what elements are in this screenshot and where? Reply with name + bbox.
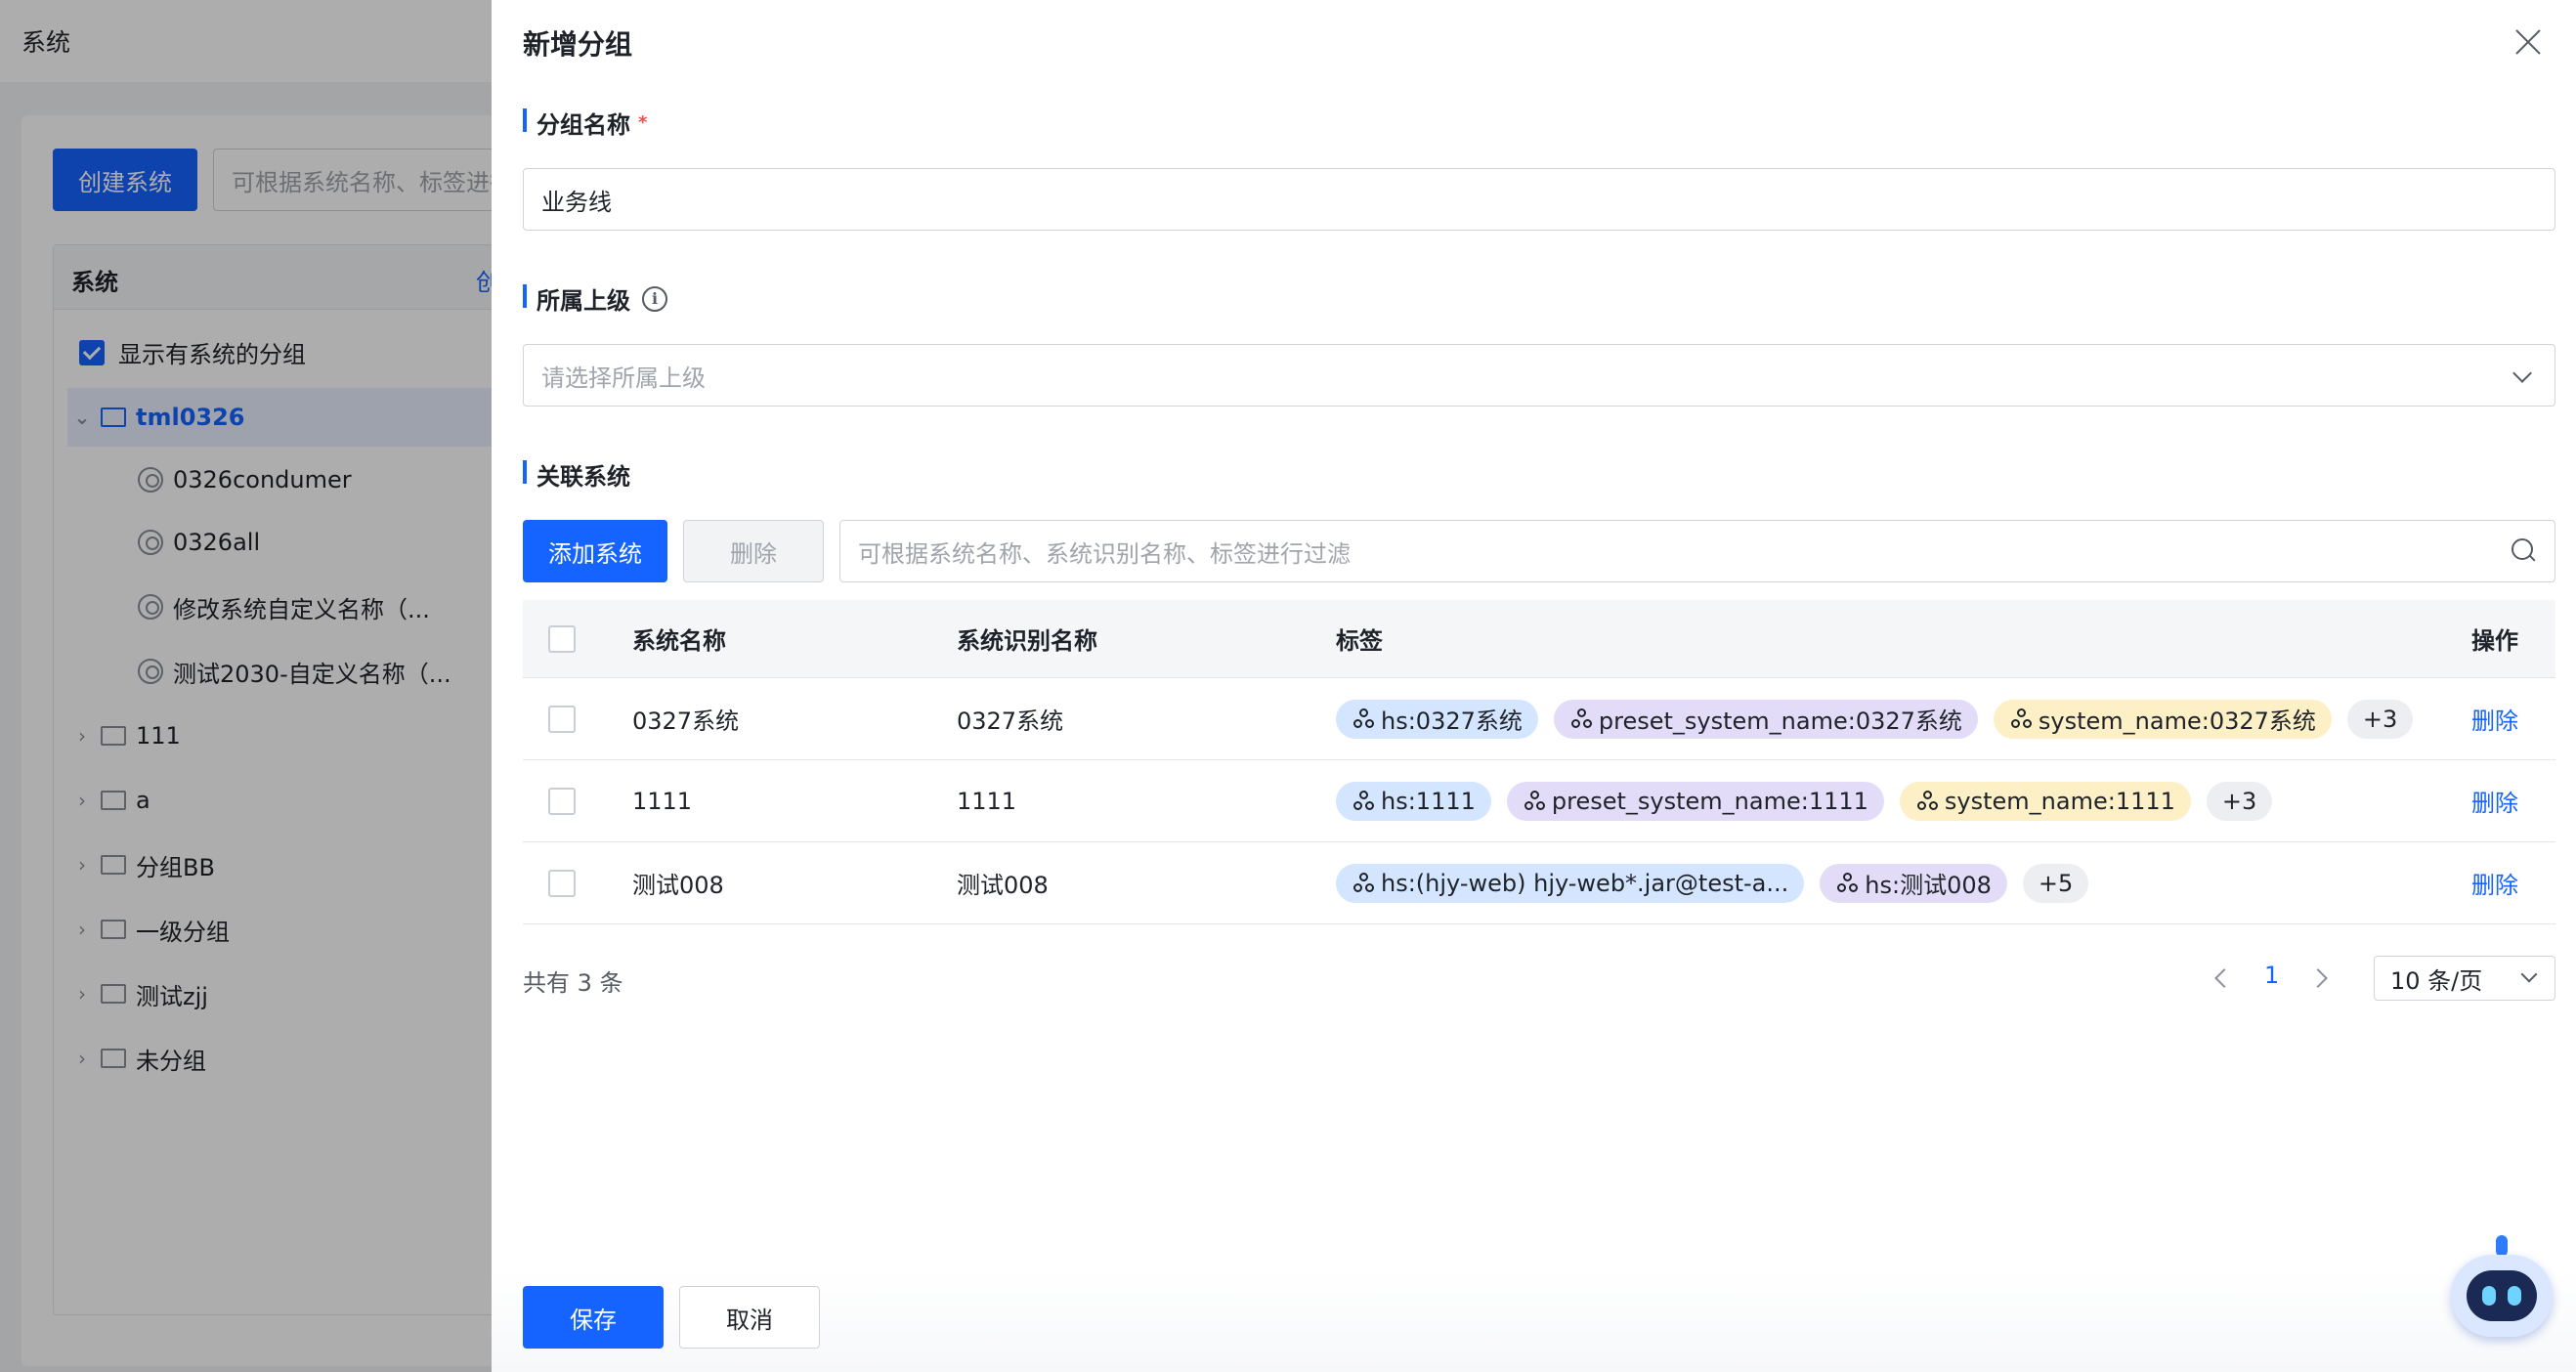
parent-select[interactable]: 请选择所属上级 bbox=[523, 344, 2555, 407]
new-group-drawer: 新增分组 分组名称 * 业务线 所属上级 i 请选择所属上级 关联系统 添加系统… bbox=[492, 0, 2576, 1372]
tag-icon bbox=[1570, 707, 1593, 730]
tag-icon bbox=[2010, 707, 2033, 730]
drawer-title: 新增分组 bbox=[523, 28, 633, 61]
group-name-input[interactable]: 业务线 bbox=[523, 168, 2555, 231]
row-checkbox-cell bbox=[548, 842, 576, 923]
tag-text: system_name:0327系统 bbox=[2038, 707, 2316, 735]
parent-select-placeholder: 请选择所属上级 bbox=[541, 364, 706, 392]
table-row: 1111 1111 hs:1111 preset_system_name:111… bbox=[523, 760, 2555, 842]
more-tags-badge[interactable]: +3 bbox=[2206, 781, 2273, 821]
tag-icon bbox=[1353, 790, 1375, 812]
table-row: 测试008 测试008 hs:(hjy-web) hjy-web*.jar@te… bbox=[523, 842, 2555, 924]
tag-icon bbox=[1916, 790, 1939, 812]
tag-icon bbox=[1837, 872, 1859, 894]
col-operation: 操作 bbox=[2471, 627, 2518, 655]
linked-systems-table: 系统名称 系统识别名称 标签 操作 0327系统 0327系统 hs:0327系… bbox=[523, 600, 2555, 924]
system-name-cell: 1111 bbox=[632, 787, 693, 815]
linked-systems-label-text: 关联系统 bbox=[537, 463, 630, 491]
required-mark: * bbox=[638, 112, 648, 133]
cancel-button[interactable]: 取消 bbox=[679, 1286, 820, 1349]
tags-cell: hs:1111 preset_system_name:1111 system_n… bbox=[1336, 760, 2273, 841]
filter-placeholder: 可根据系统名称、系统识别名称、标签进行过滤 bbox=[858, 539, 1351, 568]
select-all-checkbox[interactable] bbox=[548, 624, 576, 653]
close-icon[interactable] bbox=[2512, 25, 2545, 59]
add-system-button[interactable]: 添加系统 bbox=[523, 520, 667, 582]
tag-icon bbox=[1524, 790, 1546, 812]
tag-badge: preset_system_name:1111 bbox=[1506, 781, 1884, 821]
tag-badge: preset_system_name:0327系统 bbox=[1553, 699, 1978, 739]
tag-text: hs:1111 bbox=[1381, 787, 1476, 815]
page-size-value: 10 条/页 bbox=[2390, 966, 2483, 995]
row-checkbox-cell bbox=[548, 760, 576, 841]
col-system-name: 系统名称 bbox=[632, 627, 726, 655]
info-icon[interactable]: i bbox=[642, 285, 667, 312]
tag-badge: hs:1111 bbox=[1336, 781, 1491, 821]
header-checkbox-cell bbox=[548, 600, 576, 677]
tag-text: preset_system_name:0327系统 bbox=[1598, 707, 1962, 735]
current-page[interactable]: 1 bbox=[2264, 962, 2279, 989]
table-header: 系统名称 系统识别名称 标签 操作 bbox=[523, 600, 2555, 678]
tag-badge: hs:测试008 bbox=[1820, 863, 2007, 903]
more-tags-badge[interactable]: +3 bbox=[2346, 699, 2414, 739]
save-button[interactable]: 保存 bbox=[523, 1286, 664, 1349]
col-tags: 标签 bbox=[1336, 627, 1383, 655]
tag-badge: system_name:1111 bbox=[1899, 781, 2191, 821]
tag-text: preset_system_name:1111 bbox=[1551, 787, 1868, 815]
tag-icon bbox=[1353, 707, 1375, 730]
parent-label: 所属上级 i bbox=[523, 281, 667, 316]
group-name-label-text: 分组名称 bbox=[537, 111, 630, 139]
tag-badge: hs:(hjy-web) hjy-web*.jar@test-a... bbox=[1336, 863, 1805, 903]
tags-cell: hs:0327系统 preset_system_name:0327系统 syst… bbox=[1336, 678, 2414, 759]
tag-badge: system_name:0327系统 bbox=[1993, 699, 2332, 739]
row-checkbox-cell bbox=[548, 678, 576, 759]
more-tags-badge[interactable]: +5 bbox=[2022, 863, 2089, 903]
chevron-right-icon[interactable] bbox=[2308, 968, 2328, 988]
row-checkbox[interactable] bbox=[548, 869, 576, 897]
row-delete-link[interactable]: 删除 bbox=[2471, 842, 2518, 923]
tag-icon bbox=[1353, 872, 1375, 894]
table-row: 0327系统 0327系统 hs:0327系统 preset_system_na… bbox=[523, 678, 2555, 760]
group-name-label: 分组名称 * bbox=[523, 106, 647, 140]
linked-systems-label: 关联系统 bbox=[523, 457, 630, 492]
row-delete-link[interactable]: 删除 bbox=[2471, 760, 2518, 841]
tag-text: system_name:1111 bbox=[1944, 787, 2175, 815]
tag-badge: hs:0327系统 bbox=[1336, 699, 1538, 739]
row-checkbox[interactable] bbox=[548, 705, 576, 733]
tag-text: hs:0327系统 bbox=[1381, 707, 1523, 735]
system-ident-cell: 0327系统 bbox=[957, 707, 1064, 735]
tag-text: hs:(hjy-web) hjy-web*.jar@test-a... bbox=[1381, 869, 1789, 897]
tags-cell: hs:(hjy-web) hjy-web*.jar@test-a... hs:测… bbox=[1336, 842, 2089, 923]
row-checkbox[interactable] bbox=[548, 787, 576, 815]
system-ident-cell: 测试008 bbox=[957, 872, 1049, 899]
total-count: 共有 3 条 bbox=[523, 969, 623, 997]
batch-delete-button[interactable]: 删除 bbox=[683, 520, 824, 582]
chevron-down-icon bbox=[2512, 364, 2532, 383]
system-filter-input[interactable]: 可根据系统名称、系统识别名称、标签进行过滤 bbox=[839, 520, 2555, 582]
search-icon[interactable] bbox=[2512, 538, 2537, 564]
chevron-left-icon[interactable] bbox=[2214, 968, 2234, 988]
system-name-cell: 测试008 bbox=[632, 872, 724, 899]
col-system-ident: 系统识别名称 bbox=[957, 627, 1097, 655]
chevron-down-icon bbox=[2520, 965, 2538, 983]
assistant-robot-icon[interactable] bbox=[2447, 1233, 2555, 1351]
row-delete-link[interactable]: 删除 bbox=[2471, 678, 2518, 759]
parent-label-text: 所属上级 bbox=[537, 287, 630, 315]
page-size-select[interactable]: 10 条/页 bbox=[2374, 956, 2555, 1001]
tag-text: hs:测试008 bbox=[1865, 872, 1992, 899]
system-name-cell: 0327系统 bbox=[632, 707, 740, 735]
system-ident-cell: 1111 bbox=[957, 787, 1017, 815]
